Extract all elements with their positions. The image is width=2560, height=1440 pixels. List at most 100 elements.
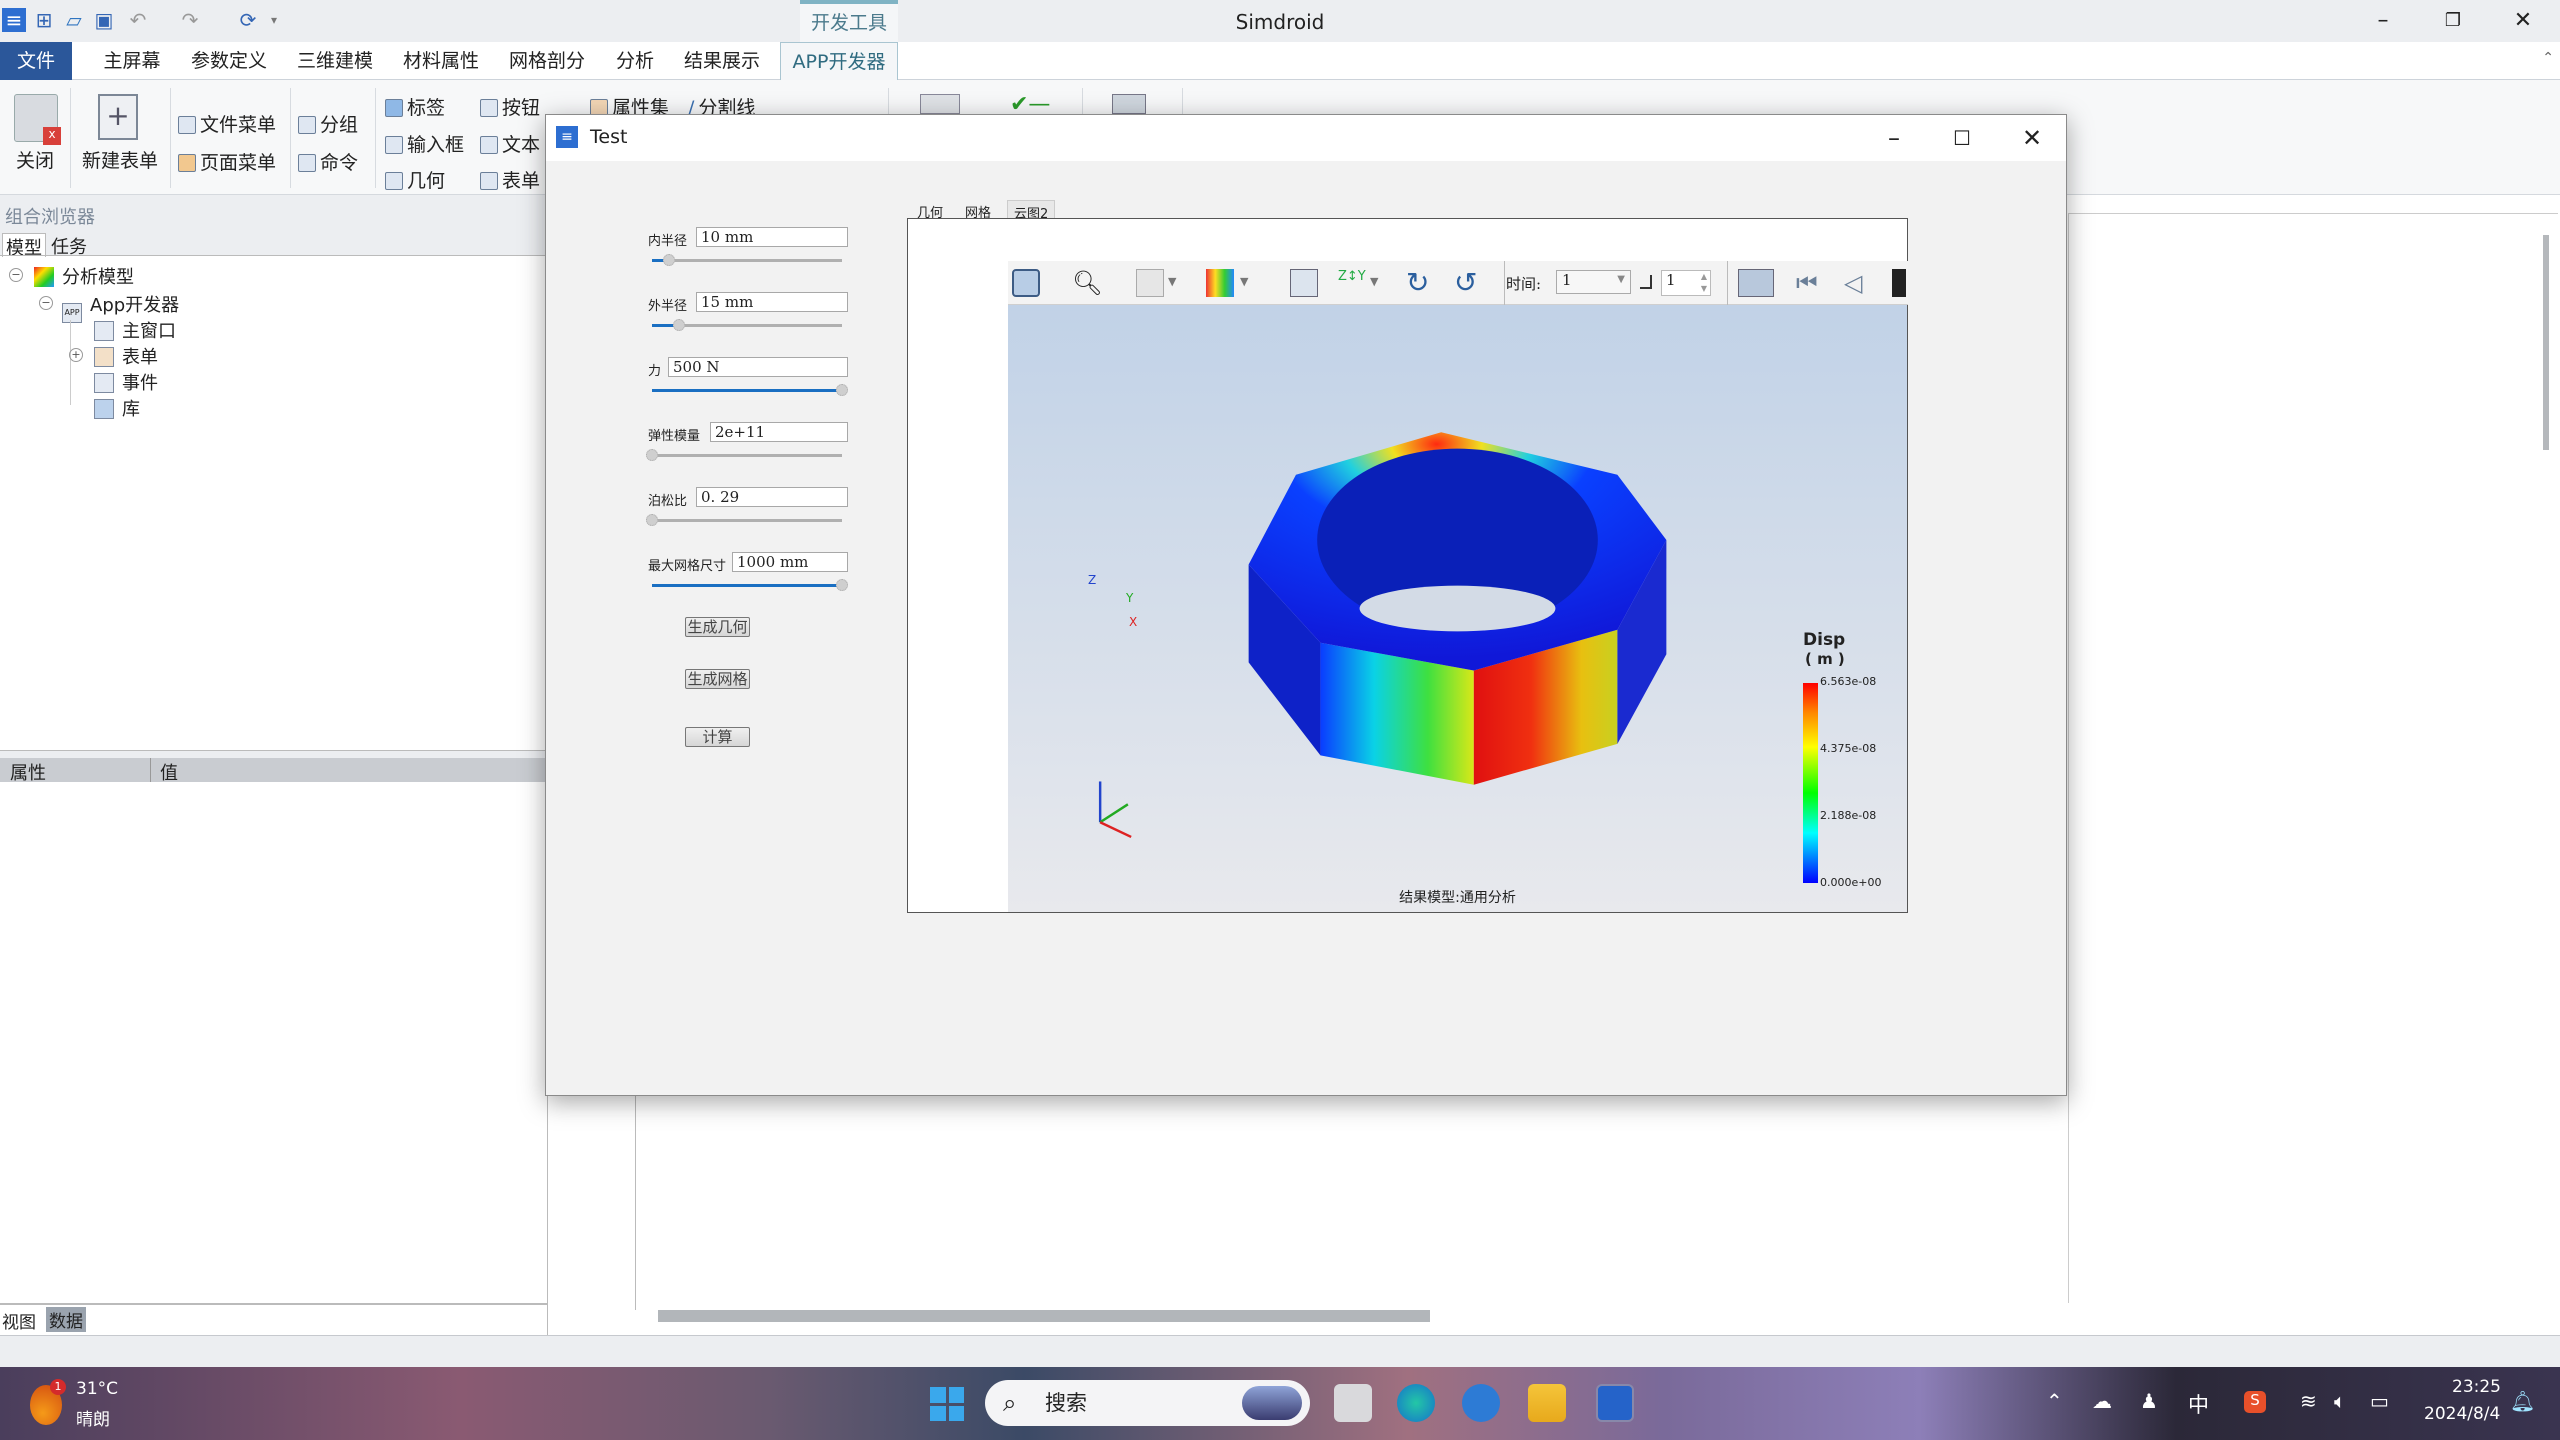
menu-analysis[interactable]: 分析 <box>610 42 660 80</box>
vertical-scrollbar[interactable] <box>2543 235 2549 450</box>
field-slider[interactable] <box>652 319 842 331</box>
sogou-icon[interactable]: S <box>2244 1391 2266 1413</box>
refresh-icon[interactable]: ⟳ <box>236 8 260 32</box>
contour-cube-icon[interactable] <box>1206 269 1234 297</box>
ime-indicator[interactable]: 中 <box>2188 1389 2209 1419</box>
notification-bell-icon[interactable]: 🔔︎ <box>2510 1389 2535 1413</box>
taskbar-search[interactable]: ⌕ 搜索 <box>985 1380 1310 1426</box>
task-view-icon[interactable] <box>1334 1384 1372 1422</box>
simdroid-taskbar-icon[interactable] <box>1596 1384 1634 1422</box>
text-button[interactable]: 文本 <box>480 130 540 157</box>
minimize-button[interactable]: – <box>2353 4 2413 38</box>
menu-3d-modeling[interactable]: 三维建模 <box>292 42 378 80</box>
tree-item-events[interactable]: 事件 <box>94 369 158 395</box>
dialog-minimize-button[interactable]: – <box>1864 119 1924 157</box>
button-button[interactable]: 按钮 <box>480 93 540 120</box>
edge-browser-icon[interactable] <box>1397 1384 1435 1422</box>
close-form-button[interactable]: 关闭 <box>16 146 54 173</box>
generate-mesh-button[interactable]: 生成网格 <box>685 669 750 689</box>
field-slider[interactable] <box>652 384 848 396</box>
tab-view[interactable]: 视图 <box>2 1308 36 1333</box>
menu-results[interactable]: 结果展示 <box>678 42 766 80</box>
tray-overflow-icon[interactable]: ⌃ <box>2046 1389 2063 1413</box>
tree-item-main-window[interactable]: 主窗口 <box>94 317 176 343</box>
save-icon[interactable]: ▣ <box>92 8 116 32</box>
dropdown-arrow-icon[interactable]: ▼ <box>1168 275 1176 288</box>
tab-model[interactable]: 模型 <box>2 233 46 259</box>
undo-icon[interactable]: ↶ <box>126 8 150 32</box>
generate-geometry-button[interactable]: 生成几何 <box>685 617 750 637</box>
slider-handle[interactable] <box>672 319 685 331</box>
step-checkbox[interactable] <box>1640 275 1652 289</box>
menu-home[interactable]: 主屏幕 <box>96 42 168 80</box>
file-explorer-icon[interactable] <box>1528 1384 1566 1422</box>
field-input[interactable]: 10 mm <box>696 227 848 247</box>
dropdown-arrow-icon[interactable]: ▼ <box>1240 275 1248 288</box>
weather-temp[interactable]: 31°C <box>76 1379 118 1399</box>
tree-item-library[interactable]: 库 <box>94 395 140 421</box>
form-button[interactable]: 表单 <box>480 166 540 193</box>
zoom-search-icon[interactable]: 🔍︎ <box>1072 269 1102 297</box>
slider-handle[interactable] <box>836 579 848 591</box>
file-menu-button[interactable]: 文件菜单 <box>178 110 276 137</box>
step-spinbox[interactable]: 1 ▲ ▼ <box>1661 270 1711 296</box>
tool-icon-3[interactable] <box>1112 94 1146 114</box>
dialog-maximize-button[interactable]: ☐ <box>1932 119 1992 157</box>
dialog-close-button[interactable]: ✕ <box>2002 119 2062 157</box>
input-box-button[interactable]: 输入框 <box>385 130 464 157</box>
context-tab-dev-tools[interactable]: 开发工具 <box>800 0 898 42</box>
previous-frame-icon[interactable]: ◁ <box>1844 269 1872 297</box>
fit-view-icon[interactable] <box>1290 269 1318 297</box>
field-slider[interactable] <box>646 449 842 461</box>
slider-handle[interactable] <box>836 384 848 396</box>
field-input[interactable]: 0. 29 <box>696 487 848 507</box>
app-s-icon[interactable] <box>1462 1384 1500 1422</box>
time-select[interactable]: 1 ▼ <box>1556 270 1631 294</box>
weather-desc[interactable]: 晴朗 <box>76 1405 110 1430</box>
new-file-icon[interactable]: ⊞ <box>32 8 56 32</box>
menu-meshing[interactable]: 网格剖分 <box>504 42 590 80</box>
record-video-icon[interactable] <box>1738 269 1774 297</box>
slider-handle[interactable] <box>646 449 658 461</box>
tab-task[interactable]: 任务 <box>48 233 90 258</box>
clock-time[interactable]: 23:25 <box>2452 1377 2501 1397</box>
play-icon[interactable] <box>1892 269 1906 297</box>
horizontal-scrollbar[interactable] <box>658 1310 1430 1322</box>
clock-date[interactable]: 2024/8/4 <box>2424 1404 2500 1424</box>
field-slider[interactable] <box>646 514 842 526</box>
onedrive-icon[interactable]: ☁ <box>2092 1389 2112 1413</box>
slider-handle[interactable] <box>646 514 658 526</box>
clip-plane-icon[interactable] <box>1136 269 1164 297</box>
slider-handle[interactable] <box>663 254 676 266</box>
restore-button[interactable]: ❐ <box>2423 4 2483 38</box>
field-input[interactable]: 2e+11 <box>710 422 848 442</box>
field-slider[interactable] <box>652 254 842 266</box>
geometry-button[interactable]: 几何 <box>385 166 445 193</box>
expand-icon[interactable]: + <box>69 348 83 362</box>
close-button[interactable]: ✕ <box>2493 4 2553 38</box>
result-viewport[interactable]: 🔍︎ ▼ ▼ Z↕Y ▼ ↻ ↺ 时间: 1 ▼ 1 ▲ ▼ ⏮ ◁ Z Y X… <box>907 218 1908 913</box>
tree-item-form[interactable]: 表单 <box>94 343 158 369</box>
open-folder-icon[interactable]: ▱ <box>62 8 86 32</box>
collapse-ribbon-icon[interactable]: ⌃ <box>2542 50 2554 66</box>
redo-icon[interactable]: ↷ <box>178 8 202 32</box>
field-input[interactable]: 500 N <box>668 357 848 377</box>
tab-contour[interactable]: 云图2 <box>1007 200 1056 222</box>
page-menu-button[interactable]: 页面菜单 <box>178 148 276 175</box>
screenshot-camera-icon[interactable] <box>1012 269 1040 297</box>
menu-material[interactable]: 材料属性 <box>398 42 484 80</box>
tab-data[interactable]: 数据 <box>46 1307 86 1332</box>
collapse-icon[interactable]: − <box>9 268 23 282</box>
menu-params[interactable]: 参数定义 <box>186 42 272 80</box>
collapse-icon[interactable]: − <box>39 296 53 310</box>
qq-icon[interactable]: ♟ <box>2140 1389 2158 1413</box>
menu-app-developer[interactable]: APP开发器 <box>780 42 898 81</box>
battery-icon[interactable]: ▭ <box>2370 1389 2389 1413</box>
menu-file[interactable]: 文件 <box>0 42 72 80</box>
tab-mesh[interactable]: 网格 <box>959 200 997 221</box>
axis-view-icon[interactable]: Z↕Y <box>1338 269 1366 297</box>
dialog-title-bar[interactable]: ≡ Test – ☐ ✕ <box>546 115 2066 161</box>
group-button[interactable]: 分组 <box>298 110 358 137</box>
new-form-button[interactable]: 新建表单 <box>82 146 158 173</box>
wifi-icon[interactable]: ≋ <box>2300 1389 2317 1413</box>
